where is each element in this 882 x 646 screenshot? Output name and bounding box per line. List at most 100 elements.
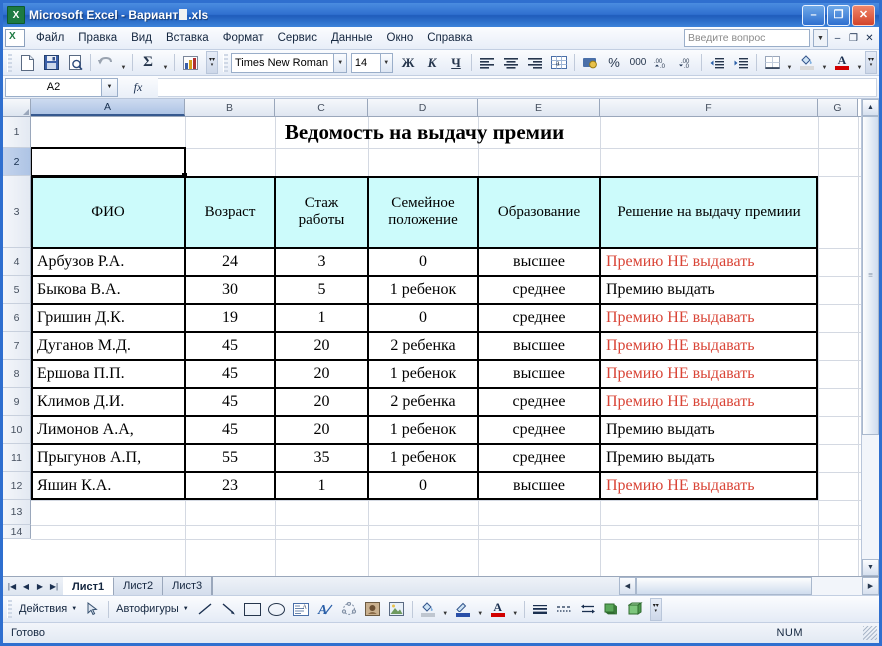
- vertical-scroll-thumb[interactable]: [862, 116, 879, 435]
- table-cell-experience[interactable]: 3: [275, 248, 368, 276]
- table-header-cell[interactable]: Решение на выдачу премиии: [600, 176, 818, 248]
- font-color-button[interactable]: A: [831, 52, 853, 73]
- menu-item-tools[interactable]: Сервис: [271, 29, 324, 47]
- clip-art-icon[interactable]: [362, 599, 384, 620]
- column-header-g[interactable]: G: [818, 99, 858, 116]
- insert-function-icon[interactable]: fx: [118, 79, 158, 96]
- table-cell-experience[interactable]: 1: [275, 472, 368, 500]
- font-name-input[interactable]: Times New Roman: [231, 53, 334, 73]
- row-header-4[interactable]: 4: [3, 248, 31, 276]
- sheet-tab-list1[interactable]: Лист1: [63, 577, 114, 595]
- line-style-icon[interactable]: [529, 599, 551, 620]
- table-cell-decision[interactable]: Премию НЕ выдавать: [600, 304, 818, 332]
- oval-icon[interactable]: [266, 599, 288, 620]
- font-name-dropdown-icon[interactable]: ▼: [334, 53, 346, 73]
- borders-dropdown-icon[interactable]: ▼: [784, 50, 795, 76]
- table-cell-fio[interactable]: Климов Д.И.: [31, 388, 185, 416]
- last-sheet-button[interactable]: ▶|: [47, 579, 61, 594]
- row-header-11[interactable]: 11: [3, 444, 31, 472]
- print-preview-icon[interactable]: [64, 52, 86, 73]
- table-cell-decision[interactable]: Премию выдать: [600, 416, 818, 444]
- vertical-scroll-track[interactable]: [862, 116, 879, 559]
- table-cell-family[interactable]: 2 ребенка: [368, 332, 478, 360]
- horizontal-scroll-track[interactable]: [636, 577, 862, 595]
- sheet-title-cell[interactable]: Ведомость на выдачу премии: [31, 117, 818, 148]
- align-left-button[interactable]: [476, 52, 498, 73]
- table-cell-experience[interactable]: 1: [275, 304, 368, 332]
- line-icon[interactable]: [194, 599, 216, 620]
- table-cell-family[interactable]: 1 ребенок: [368, 416, 478, 444]
- table-cell-decision[interactable]: Премию выдать: [600, 444, 818, 472]
- row-header-5[interactable]: 5: [3, 276, 31, 304]
- table-cell-family[interactable]: 1 ребенок: [368, 276, 478, 304]
- dash-style-icon[interactable]: [553, 599, 575, 620]
- ask-dropdown-icon[interactable]: ▼: [813, 29, 828, 47]
- table-cell-education[interactable]: среднее: [478, 276, 600, 304]
- column-header-d[interactable]: D: [368, 99, 478, 116]
- menu-item-help[interactable]: Справка: [420, 29, 479, 47]
- standard-toolbar-overflow-button[interactable]: ▾▾▾: [206, 51, 218, 74]
- arrow-style-icon[interactable]: [577, 599, 599, 620]
- close-button[interactable]: ✕: [852, 5, 875, 26]
- table-cell-experience[interactable]: 20: [275, 360, 368, 388]
- table-cell-fio[interactable]: Лимонов А.А,: [31, 416, 185, 444]
- table-cell-fio[interactable]: Быкова В.А.: [31, 276, 185, 304]
- table-cell-age[interactable]: 19: [185, 304, 275, 332]
- undo-icon[interactable]: [95, 52, 117, 73]
- horizontal-scrollbar[interactable]: ◀ ▶: [619, 577, 879, 595]
- table-cell-experience[interactable]: 20: [275, 332, 368, 360]
- column-header-e[interactable]: E: [478, 99, 600, 116]
- currency-style-button[interactable]: [579, 52, 601, 73]
- actions-menu-button[interactable]: Действия ▼: [15, 603, 81, 615]
- table-cell-education[interactable]: высшее: [478, 248, 600, 276]
- table-header-cell[interactable]: Семейное положение: [368, 176, 478, 248]
- document-minimize-button[interactable]: –: [831, 31, 844, 45]
- table-header-cell[interactable]: ФИО: [31, 176, 185, 248]
- table-cell-fio[interactable]: Арбузов Р.А.: [31, 248, 185, 276]
- table-cell-family[interactable]: 0: [368, 304, 478, 332]
- decrease-decimal-button[interactable]: .00.0: [675, 52, 697, 73]
- table-cell-age[interactable]: 30: [185, 276, 275, 304]
- italic-button[interactable]: К: [421, 52, 443, 73]
- table-cell-age[interactable]: 55: [185, 444, 275, 472]
- table-cell-experience[interactable]: 20: [275, 416, 368, 444]
- row-header-9[interactable]: 9: [3, 388, 31, 416]
- table-cell-age[interactable]: 24: [185, 248, 275, 276]
- menu-item-insert[interactable]: Вставка: [159, 29, 216, 47]
- font-color-icon[interactable]: A: [487, 599, 509, 620]
- standard-toolbar-grip[interactable]: [7, 54, 12, 72]
- select-arrow-icon[interactable]: [82, 599, 104, 620]
- arrow-icon[interactable]: [218, 599, 240, 620]
- formula-input[interactable]: [158, 78, 877, 97]
- insert-picture-icon[interactable]: [386, 599, 408, 620]
- decrease-indent-button[interactable]: [706, 52, 728, 73]
- active-cell-a2[interactable]: [31, 147, 186, 177]
- menu-item-data[interactable]: Данные: [324, 29, 380, 47]
- minimize-button[interactable]: –: [802, 5, 825, 26]
- font-size-dropdown-icon[interactable]: ▼: [381, 53, 393, 73]
- 3d-style-icon[interactable]: [625, 599, 647, 620]
- menu-item-edit[interactable]: Правка: [71, 29, 124, 47]
- autosum-icon[interactable]: Σ: [137, 52, 159, 73]
- save-icon[interactable]: [40, 52, 62, 73]
- table-cell-fio[interactable]: Прыгунов А.П,: [31, 444, 185, 472]
- column-header-c[interactable]: C: [275, 99, 368, 116]
- ask-a-question-input[interactable]: Введите вопрос: [684, 29, 810, 47]
- menu-item-view[interactable]: Вид: [124, 29, 159, 47]
- new-icon[interactable]: [16, 52, 38, 73]
- table-cell-fio[interactable]: Гришин Д.К.: [31, 304, 185, 332]
- table-header-cell[interactable]: Образование: [478, 176, 600, 248]
- table-cell-decision[interactable]: Премию НЕ выдавать: [600, 248, 818, 276]
- vertical-scrollbar[interactable]: ▲ ▼: [861, 99, 879, 576]
- table-cell-decision[interactable]: Премию НЕ выдавать: [600, 472, 818, 500]
- scroll-down-button[interactable]: ▼: [862, 559, 879, 576]
- row-header-6[interactable]: 6: [3, 304, 31, 332]
- table-cell-education[interactable]: высшее: [478, 360, 600, 388]
- fill-color-button[interactable]: [796, 52, 818, 73]
- text-box-icon[interactable]: A: [290, 599, 312, 620]
- align-center-button[interactable]: [500, 52, 522, 73]
- comma-style-button[interactable]: 000: [627, 52, 649, 73]
- percent-style-button[interactable]: %: [603, 52, 625, 73]
- column-header-f[interactable]: F: [600, 99, 818, 116]
- table-cell-fio[interactable]: Яшин К.А.: [31, 472, 185, 500]
